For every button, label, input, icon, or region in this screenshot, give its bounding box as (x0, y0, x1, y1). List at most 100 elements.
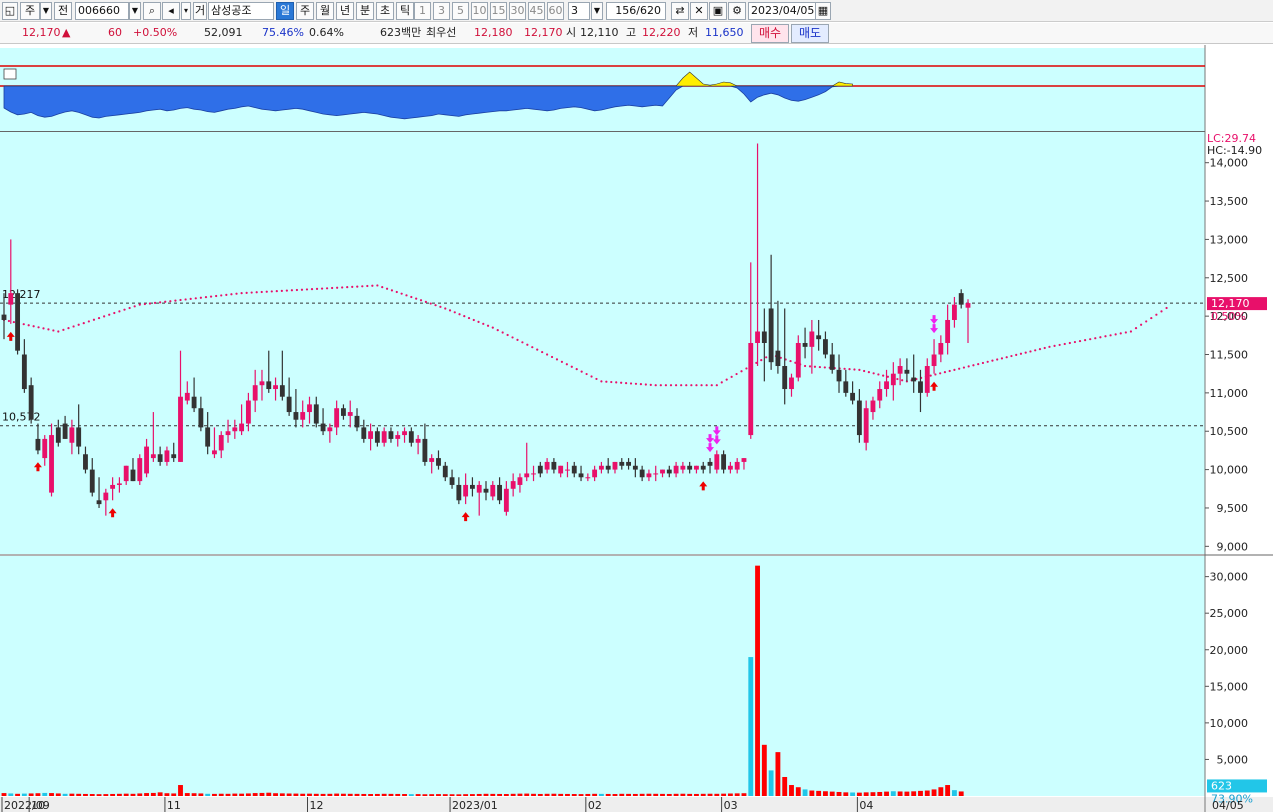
interval-button-60[interactable]: 60 (547, 2, 564, 20)
interval-button-3[interactable]: 3 (433, 2, 450, 20)
volume-bar (150, 792, 156, 796)
quote-bar: 12,170 ▲ 60 +0.50% 52,091 75.46% 0.64% 6… (0, 23, 1273, 44)
volume-bar (35, 793, 41, 796)
speaker-dropdown-icon[interactable]: ▾ (181, 2, 191, 20)
volume-bar (823, 791, 828, 796)
candle-body (205, 427, 211, 447)
ma-dot (863, 369, 866, 373)
x-axis-bar (0, 797, 1273, 812)
ma-dot (290, 289, 293, 292)
market-selector[interactable]: 주 (20, 2, 40, 20)
search-icon[interactable]: ⌕ (143, 2, 161, 20)
interval-button-5[interactable]: 5 (452, 2, 469, 20)
interval-button-15[interactable]: 15 (490, 2, 507, 20)
volume-bar (626, 793, 631, 796)
ma-dot (901, 379, 904, 382)
ma-dot (953, 368, 956, 371)
ma-dot (320, 287, 324, 290)
ma-dot (872, 372, 875, 375)
calendar-icon[interactable]: ▦ (815, 2, 831, 20)
date-input[interactable]: 2023/04/05 (748, 2, 816, 20)
candle-body (660, 469, 665, 474)
ma-dot (1089, 338, 1092, 341)
ma-dot (813, 365, 817, 368)
ma-dot (680, 384, 683, 387)
ma-dot (366, 284, 369, 288)
ma-dot (405, 294, 408, 297)
ma-dot (77, 323, 80, 326)
code-dropdown-icon[interactable]: ▼ (129, 2, 141, 20)
high-label: 고 (626, 26, 637, 39)
ma-dot (760, 358, 763, 362)
ma-dot (943, 371, 947, 374)
save-icon[interactable]: ▣ (709, 2, 727, 20)
period-tab-5[interactable]: 초 (376, 2, 394, 20)
period-tab-3[interactable]: 년 (336, 2, 354, 20)
volume-bar (144, 793, 149, 796)
candle-body (510, 481, 516, 489)
volume-bar (945, 785, 951, 796)
current-price: 12,170 (22, 26, 61, 39)
interval-dropdown-icon[interactable]: ▼ (591, 2, 603, 20)
candle-body (918, 381, 923, 393)
ma-dot (199, 296, 202, 299)
ma-dot (194, 297, 197, 300)
trade-amount: 623백만 (380, 26, 422, 39)
period-tab-0[interactable]: 일 (276, 2, 294, 20)
candle-body (802, 343, 808, 347)
volume-bar (632, 793, 638, 796)
ma-dot (511, 336, 514, 339)
candle-body (408, 431, 414, 443)
candle-body (150, 454, 156, 459)
period-tab-6[interactable]: 틱 (396, 2, 414, 20)
candle-body (307, 404, 312, 413)
stock-code-input[interactable]: 006660 (75, 2, 129, 20)
candle-body (700, 465, 706, 470)
candle-body (164, 450, 170, 462)
period-tab-2[interactable]: 월 (316, 2, 334, 20)
interval-button-30[interactable]: 30 (509, 2, 526, 20)
window-icon[interactable]: ◱ (2, 2, 18, 20)
buy-button[interactable]: 매수 (751, 24, 789, 43)
candle-body (951, 304, 957, 320)
tool-icon[interactable]: ✕ (690, 2, 708, 20)
volume-bar (877, 791, 883, 796)
ma-dot (948, 369, 951, 373)
count-field[interactable]: 156/620 (606, 2, 666, 20)
ma-dot (448, 309, 452, 312)
chevron-down-icon[interactable]: ▼ (40, 2, 52, 20)
candle-body (1, 314, 7, 320)
scroll-data-icon[interactable]: ⇄ (671, 2, 689, 20)
interval-button-45[interactable]: 45 (528, 2, 545, 20)
gear-icon[interactable]: ⚙ (728, 2, 746, 20)
interval-button-1[interactable]: 1 (414, 2, 431, 20)
candle-body (341, 408, 346, 416)
prefix-button[interactable]: 전 (54, 2, 72, 20)
candle-body (347, 412, 353, 416)
candle-body (945, 319, 951, 343)
volume-bar (694, 793, 699, 796)
volume-bar (184, 793, 190, 796)
stock-name-field[interactable]: 삼성공조 (208, 2, 274, 20)
candle-body (877, 389, 883, 401)
interval-input[interactable]: 3 (568, 2, 590, 20)
volume-tick-label: 30,000 (1210, 571, 1249, 584)
speaker-icon[interactable]: ◂ (162, 2, 180, 20)
ma-dot (235, 292, 238, 295)
volume-bar (734, 793, 740, 796)
ma-dot (615, 381, 618, 384)
period-tab-4[interactable]: 분 (356, 2, 374, 20)
ma-dot (710, 384, 713, 387)
ma-dot (1109, 334, 1112, 337)
period-tab-1[interactable]: 주 (296, 2, 314, 20)
volume-bar (727, 793, 733, 796)
sell-button[interactable]: 매도 (791, 24, 829, 43)
volume-bar (266, 792, 272, 796)
interval-button-10[interactable]: 10 (471, 2, 488, 20)
candle-body (293, 412, 299, 420)
ma-dot (705, 384, 708, 387)
ma-dot (331, 286, 334, 290)
ma-dot (265, 290, 268, 293)
candle-body (381, 431, 387, 443)
volume-bar (273, 793, 278, 796)
